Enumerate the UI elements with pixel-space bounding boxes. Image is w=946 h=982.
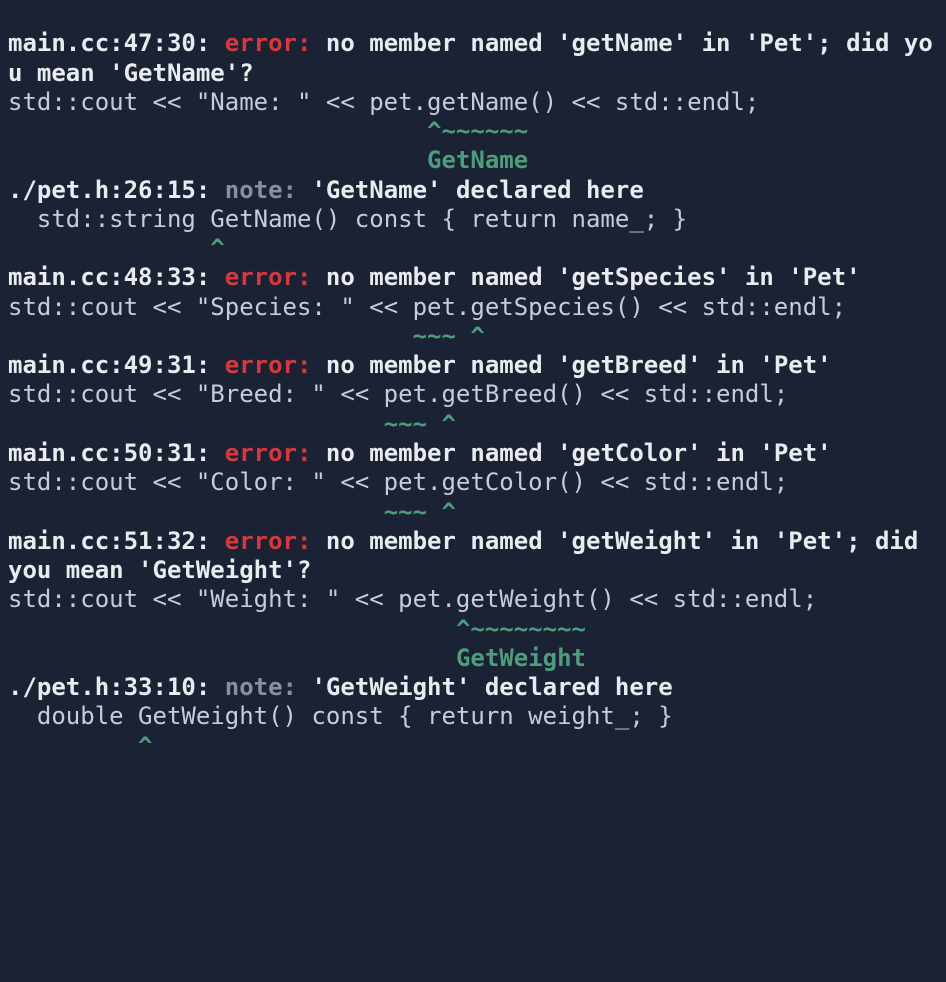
diag-location: main.cc:49:31: xyxy=(8,351,225,379)
diag-block: main.cc:48:33: error: no member named 'g… xyxy=(8,263,861,350)
diag-location: main.cc:48:33: xyxy=(8,263,225,291)
diag-message: no member named 'getColor' in 'Pet' xyxy=(311,439,831,467)
diag-message: no member named 'getSpecies' in 'Pet' xyxy=(311,263,860,291)
diag-caret: ^~~~~~~~~ xyxy=(8,615,586,643)
diag-code-line: std::cout << "Species: " << pet.getSpeci… xyxy=(8,293,846,321)
diag-code-line: std::cout << "Color: " << pet.getColor()… xyxy=(8,468,788,496)
diag-error-tag: error: xyxy=(225,29,312,57)
diag-caret: ~~~ ^ xyxy=(8,410,456,438)
diag-block: main.cc:49:31: error: no member named 'g… xyxy=(8,351,832,438)
diag-code-line: std::cout << "Breed: " << pet.getBreed()… xyxy=(8,380,788,408)
note-code-line: std::string GetName() const { return nam… xyxy=(8,205,687,233)
note-tag: note: xyxy=(225,673,297,701)
note-caret: ^ xyxy=(8,732,153,760)
note-code-line: double GetWeight() const { return weight… xyxy=(8,702,673,730)
note-message: 'GetWeight' declared here xyxy=(297,673,673,701)
note-location: ./pet.h:33:10: xyxy=(8,673,225,701)
diag-fixit: GetName xyxy=(8,146,528,174)
diag-location: main.cc:51:32: xyxy=(8,527,225,555)
diag-fixit: GetWeight xyxy=(8,644,586,672)
note-location: ./pet.h:26:15: xyxy=(8,176,225,204)
diag-code-line: std::cout << "Weight: " << pet.getWeight… xyxy=(8,585,817,613)
diag-location: main.cc:50:31: xyxy=(8,439,225,467)
diag-error-tag: error: xyxy=(225,527,312,555)
diag-code-line: std::cout << "Name: " << pet.getName() <… xyxy=(8,88,759,116)
diag-caret: ~~~ ^ xyxy=(8,498,456,526)
diag-caret: ^~~~~~~ xyxy=(8,117,528,145)
note-message: 'GetName' declared here xyxy=(297,176,644,204)
diag-error-tag: error: xyxy=(225,351,312,379)
diag-message: no member named 'getBreed' in 'Pet' xyxy=(311,351,831,379)
diag-block: main.cc:50:31: error: no member named 'g… xyxy=(8,439,832,526)
diag-block: main.cc:47:30: error: no member named 'g… xyxy=(8,29,933,262)
diag-error-tag: error: xyxy=(225,263,312,291)
note-caret: ^ xyxy=(8,234,225,262)
diag-location: main.cc:47:30: xyxy=(8,29,225,57)
note-tag: note: xyxy=(225,176,297,204)
diag-caret: ~~~ ^ xyxy=(8,322,485,350)
terminal-output: main.cc:47:30: error: no member named 'g… xyxy=(0,0,946,761)
diag-block: main.cc:51:32: error: no member named 'g… xyxy=(8,527,933,760)
diag-error-tag: error: xyxy=(225,439,312,467)
